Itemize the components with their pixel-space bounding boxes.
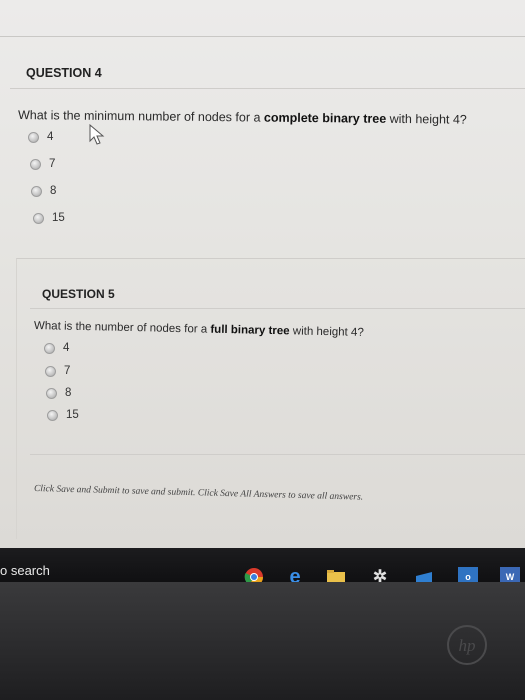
radio-button[interactable]	[30, 158, 41, 170]
question-4-text-part1: What is the minimum number of nodes for …	[17, 108, 264, 125]
question-5-option-1[interactable]: 4	[44, 342, 69, 354]
question-4-text: What is the minimum number of nodes for …	[18, 108, 467, 127]
question-4-text-bold: complete binary tree	[263, 110, 387, 126]
question-5-divider	[30, 308, 525, 309]
question-5-option-2[interactable]: 7	[45, 365, 70, 377]
option-label: 7	[64, 365, 71, 377]
radio-button[interactable]	[46, 387, 57, 399]
option-label: 7	[49, 158, 56, 170]
question-4-option-4[interactable]: 15	[33, 212, 65, 224]
browser-page: QUESTION 4 What is the minimum number of…	[0, 0, 525, 548]
question-5-option-4[interactable]: 15	[47, 409, 79, 421]
hp-logo-text: hp	[459, 636, 476, 655]
radio-button[interactable]	[28, 131, 39, 143]
radio-button[interactable]	[45, 365, 56, 377]
question-5-heading: QUESTION 5	[42, 287, 115, 301]
question-4-heading: QUESTION 4	[26, 66, 102, 80]
option-label: 15	[52, 212, 65, 224]
question-4-option-3[interactable]: 8	[31, 185, 56, 197]
question-4-text-part2: with height 4?	[386, 111, 467, 127]
option-label: 4	[63, 342, 70, 354]
radio-button[interactable]	[31, 185, 42, 197]
question-5-option-3[interactable]: 8	[46, 387, 71, 399]
radio-button[interactable]	[44, 342, 55, 354]
mouse-pointer-icon	[89, 124, 105, 145]
question-4-option-2[interactable]: 7	[30, 158, 55, 170]
hp-logo-icon: hp	[447, 625, 487, 665]
question-5-text-part2: with height 4?	[289, 325, 364, 339]
question-5-text-bold: full binary tree	[210, 323, 290, 338]
question-4-option-1[interactable]: 4	[28, 131, 53, 143]
option-label: 8	[65, 387, 72, 399]
option-label: 4	[47, 131, 54, 143]
radio-button[interactable]	[47, 409, 58, 421]
radio-button[interactable]	[33, 212, 44, 224]
option-label: 8	[50, 185, 57, 197]
question-5-bottom-divider	[30, 454, 525, 455]
option-label: 15	[66, 409, 79, 421]
top-divider	[0, 36, 525, 37]
question-4-divider	[10, 88, 525, 89]
taskbar-search-box[interactable]: o search	[0, 563, 50, 578]
